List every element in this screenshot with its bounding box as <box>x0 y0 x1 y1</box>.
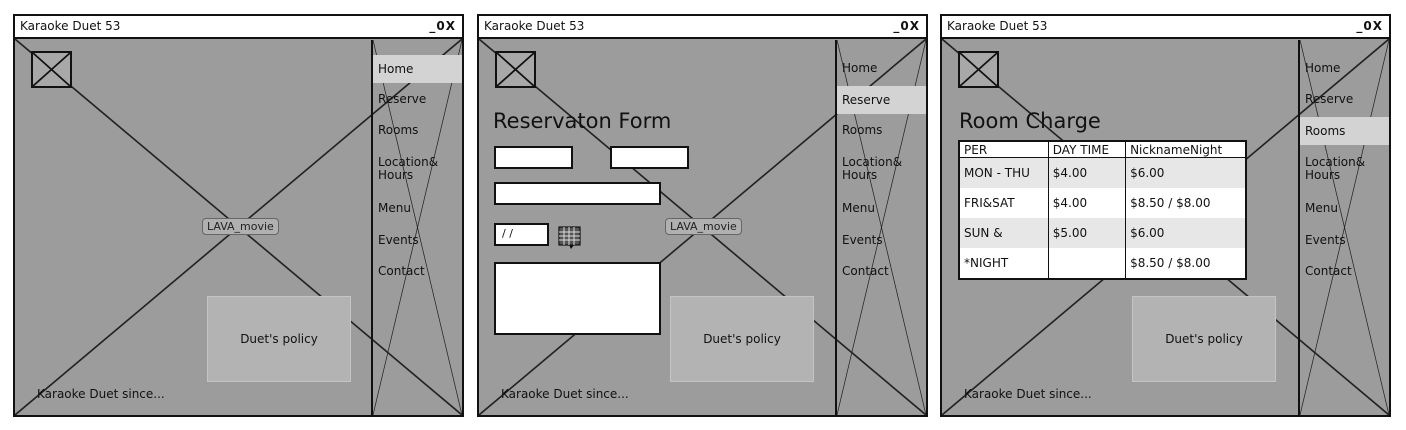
room-charge-table: PER DAY TIME NicknameNight MON - THU $4.… <box>958 140 1247 280</box>
window-title: Karaoke Duet 53 <box>947 19 1048 33</box>
policy-panel[interactable]: Duet's policy <box>670 296 814 382</box>
table-row: FRI&SAT $4.00 $8.50 / $8.00 <box>959 188 1247 218</box>
table-cell: $4.00 <box>1048 188 1127 218</box>
sidebar-nav: Home Reserve Rooms Location& Hours Menu … <box>835 40 926 415</box>
window-controls[interactable]: _0X <box>1356 16 1383 37</box>
title-bar: Karaoke Duet 53 _0X <box>942 16 1389 39</box>
first-name-field[interactable] <box>494 146 573 169</box>
table-cell: SUN & <box>959 218 1049 248</box>
table-row: *NIGHT $8.50 / $8.00 <box>959 248 1247 279</box>
table-cell: $6.00 <box>1125 157 1247 188</box>
table-cell: $6.00 <box>1125 218 1247 248</box>
nav-item-home[interactable]: Home <box>837 62 926 75</box>
window-home: Karaoke Duet 53 _0X LAVA_movie Duet's po… <box>13 14 464 417</box>
table-cell: $8.50 / $8.00 <box>1125 248 1247 279</box>
nav-item-contact[interactable]: Contact <box>1300 265 1389 278</box>
footer-text: Karaoke Duet since... <box>964 387 1092 401</box>
nav-item-rooms[interactable]: Rooms <box>373 124 462 137</box>
nav-item-reserve[interactable]: Reserve <box>837 86 926 114</box>
nav-item-reserve[interactable]: Reserve <box>373 93 462 106</box>
header-nickname-night: NicknameNight <box>1125 141 1247 158</box>
nav-item-events[interactable]: Events <box>837 234 926 247</box>
table-cell: *NIGHT <box>959 248 1049 279</box>
policy-label: Duet's policy <box>240 332 318 346</box>
header-per: PER <box>959 141 1049 158</box>
table-cell: $4.00 <box>1048 157 1127 188</box>
window-reserve: Karaoke Duet 53 _0X LAVA_movie Duet's po… <box>477 14 928 417</box>
nav-item-menu[interactable]: Menu <box>837 202 926 215</box>
nav-item-hours[interactable]: Hours <box>1300 169 1389 182</box>
table-header-row: PER DAY TIME NicknameNight <box>959 141 1247 158</box>
table-cell <box>1048 248 1127 279</box>
message-textarea[interactable] <box>494 262 661 335</box>
window-controls[interactable]: _0X <box>893 16 920 37</box>
nav-item-events[interactable]: Events <box>373 234 462 247</box>
footer-text: Karaoke Duet since... <box>37 387 165 401</box>
footer-text: Karaoke Duet since... <box>501 387 629 401</box>
policy-panel[interactable]: Duet's policy <box>1132 296 1276 382</box>
nav-item-hours[interactable]: Hours <box>373 169 462 182</box>
nav-item-events[interactable]: Events <box>1300 234 1389 247</box>
table-cell: $5.00 <box>1048 218 1127 248</box>
nav-item-home[interactable]: Home <box>373 55 462 83</box>
logo-image-placeholder <box>958 51 999 88</box>
nav-item-contact[interactable]: Contact <box>373 265 462 278</box>
nav-item-menu[interactable]: Menu <box>1300 202 1389 215</box>
nav-item-hours[interactable]: Hours <box>837 169 926 182</box>
table-cell: $8.50 / $8.00 <box>1125 188 1247 218</box>
date-field[interactable]: / / <box>494 223 549 246</box>
room-charge-heading: Room Charge <box>959 109 1101 133</box>
table-row: SUN & $5.00 $6.00 <box>959 218 1247 248</box>
policy-panel[interactable]: Duet's policy <box>207 296 351 382</box>
window-controls[interactable]: _0X <box>429 16 456 37</box>
video-label: LAVA_movie <box>202 218 279 235</box>
logo-image-placeholder <box>495 51 536 88</box>
nav-item-reserve[interactable]: Reserve <box>1300 93 1389 106</box>
nav-item-rooms[interactable]: Rooms <box>1300 117 1389 145</box>
reservation-form-heading: Reservaton Form <box>493 109 672 133</box>
window-title: Karaoke Duet 53 <box>20 19 121 33</box>
nav-item-contact[interactable]: Contact <box>837 265 926 278</box>
title-bar: Karaoke Duet 53 _0X <box>15 16 462 39</box>
policy-label: Duet's policy <box>703 332 781 346</box>
window-title: Karaoke Duet 53 <box>484 19 585 33</box>
header-day-time: DAY TIME <box>1048 141 1127 158</box>
last-name-field[interactable] <box>610 146 689 169</box>
nav-item-rooms[interactable]: Rooms <box>837 124 926 137</box>
sidebar-nav: Home Reserve Rooms Location& Hours Menu … <box>371 40 462 415</box>
table-cell: MON - THU <box>959 157 1049 188</box>
table-row: MON - THU $4.00 $6.00 <box>959 157 1247 188</box>
logo-image-placeholder <box>31 51 72 88</box>
calendar-icon[interactable] <box>557 224 583 250</box>
policy-label: Duet's policy <box>1165 332 1243 346</box>
video-label: LAVA_movie <box>665 218 742 235</box>
sidebar-nav: Home Reserve Rooms Location& Hours Menu … <box>1298 40 1389 415</box>
nav-item-home[interactable]: Home <box>1300 62 1389 75</box>
email-field[interactable] <box>494 182 661 205</box>
nav-item-menu[interactable]: Menu <box>373 202 462 215</box>
title-bar: Karaoke Duet 53 _0X <box>479 16 926 39</box>
window-rooms: Karaoke Duet 53 _0X Duet's policy Karaok… <box>940 14 1391 417</box>
table-cell: FRI&SAT <box>959 188 1049 218</box>
